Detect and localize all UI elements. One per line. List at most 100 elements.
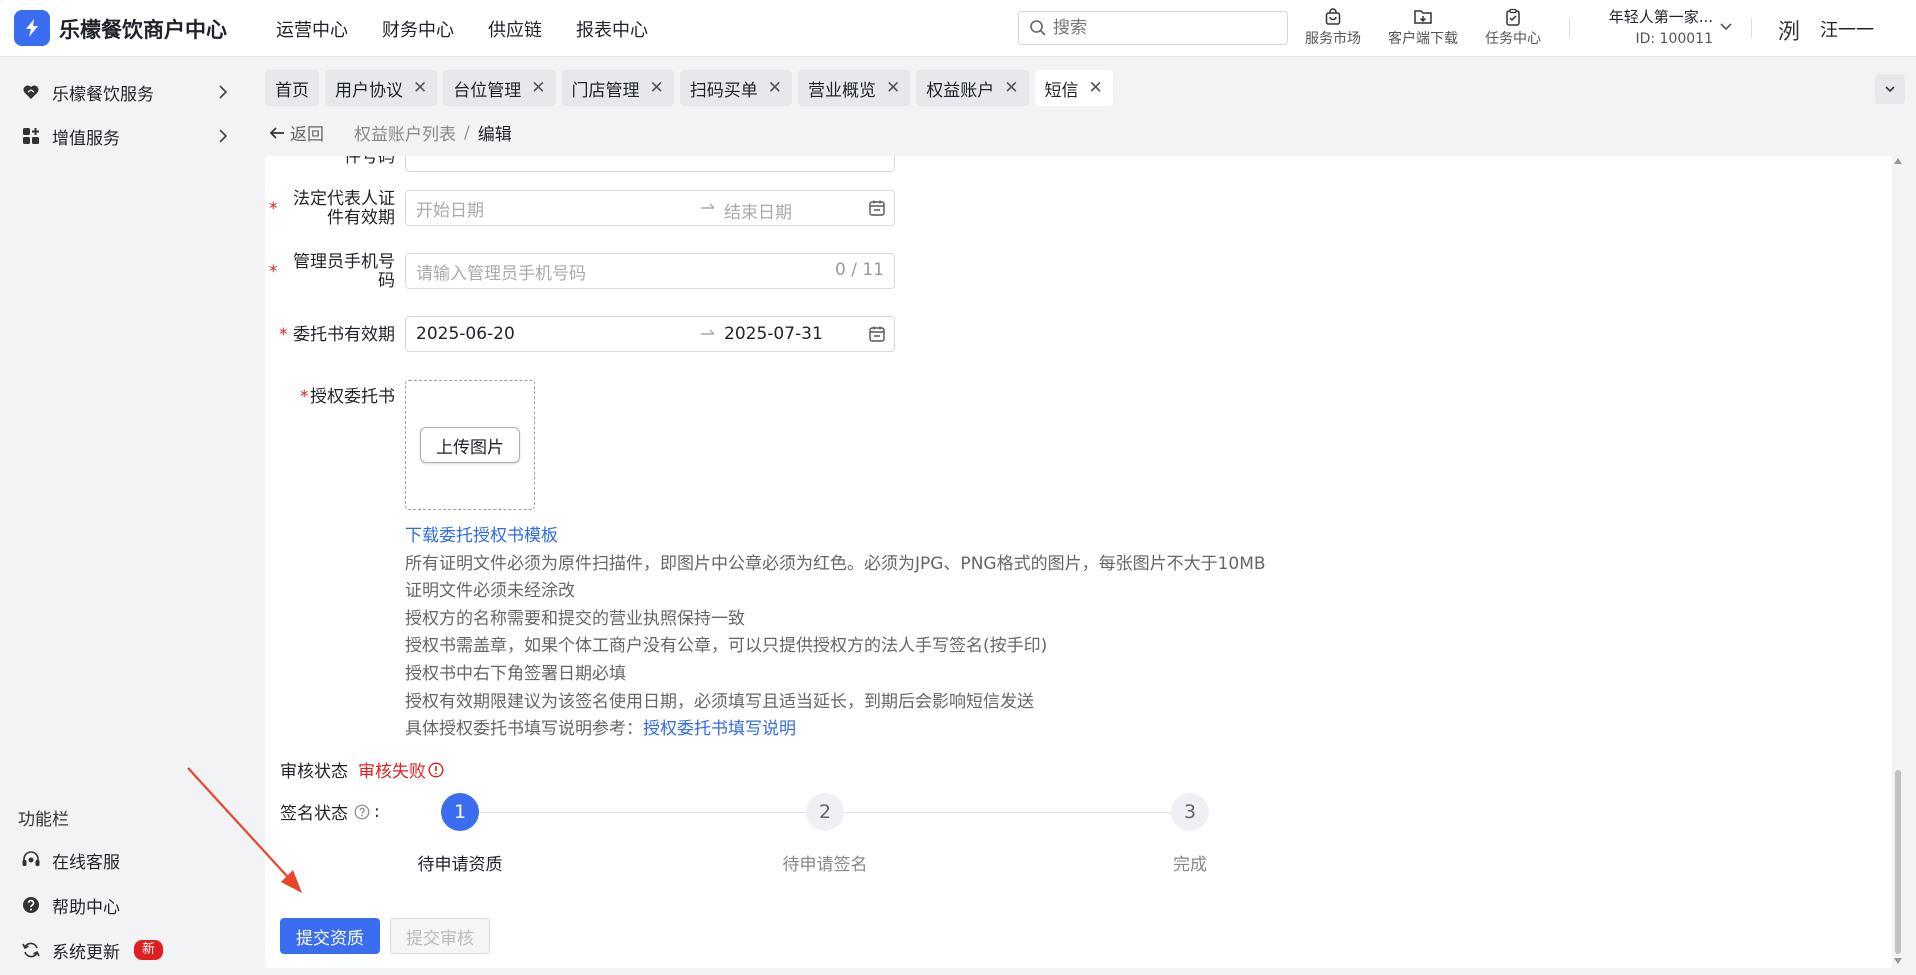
nav-item-finance[interactable]: 财务中心 (382, 16, 454, 42)
folder-download-icon (1383, 6, 1463, 28)
image-upload-area[interactable]: 上传图片 (405, 380, 535, 510)
tab-label: 门店管理 (571, 80, 640, 101)
chevron-right-icon (219, 129, 228, 143)
calendar-icon[interactable] (868, 325, 886, 348)
nav-item-operations[interactable]: 运营中心 (276, 16, 348, 42)
new-badge: 新 (134, 940, 164, 960)
submit-review-button[interactable]: 提交审核 (390, 918, 490, 954)
nav-item-reports[interactable]: 报表中心 (576, 16, 648, 42)
divider (1569, 18, 1570, 38)
search-input[interactable] (1053, 18, 1253, 38)
end-date-placeholder[interactable]: 结束日期 (724, 198, 792, 223)
sidebar-item-lemeng-service[interactable]: 乐檬餐饮服务 (0, 70, 250, 114)
tips-block: 下载委托授权书模板 所有证明文件必须为原件扫描件，即图片中公章必须为红色。必须为… (405, 523, 1266, 744)
close-icon[interactable]: ✕ (413, 78, 427, 98)
sign-status-colon: : (374, 801, 380, 822)
close-icon[interactable]: ✕ (531, 78, 545, 98)
tab-table-management[interactable]: 台位管理 ✕ (443, 70, 556, 106)
close-icon[interactable]: ✕ (1089, 78, 1103, 98)
sidebar-item-label: 乐檬餐饮服务 (52, 84, 154, 105)
label-line: 码 (378, 271, 395, 291)
tab-business-overview[interactable]: 营业概览 ✕ (798, 70, 911, 106)
tab-label: 台位管理 (453, 80, 522, 101)
partial-input[interactable] (405, 156, 895, 172)
task-center-label: 任务中心 (1485, 31, 1541, 47)
end-date-value[interactable]: 2025-07-31 (724, 324, 823, 344)
tabs-more-button[interactable] (1875, 74, 1905, 104)
task-center-button[interactable]: 任务中心 (1478, 6, 1548, 48)
download-template-link[interactable]: 下载委托授权书模板 (405, 523, 1266, 551)
authorization-date-range[interactable]: 2025-06-20 2025-07-31 (405, 316, 895, 352)
scrollbar[interactable] (1893, 156, 1903, 968)
client-download-button[interactable]: 客户端下载 (1383, 6, 1463, 48)
tip-line: 所有证明文件必须为原件扫描件，即图片中公章必须为红色。必须为JPG、PNG格式的… (405, 553, 1266, 574)
nav-item-supply-chain[interactable]: 供应链 (488, 16, 542, 42)
arrow-right-icon (699, 199, 717, 220)
step-connector (825, 812, 1175, 813)
tab-label: 短信 (1044, 80, 1079, 101)
close-icon[interactable]: ✕ (650, 78, 664, 98)
legal-id-validity-label: 法定代表人证 件有效期 (275, 190, 395, 228)
submit-qualification-button[interactable]: 提交资质 (280, 918, 380, 954)
scroll-down-icon[interactable] (1894, 958, 1902, 964)
tip-ref-prefix: 具体授权委托书填写说明参考： (405, 719, 643, 740)
scrollbar-thumb[interactable] (1895, 770, 1901, 954)
label-line: 法定代表人证 (293, 189, 395, 209)
form-panel: 件号码 * 法定代表人证 件有效期 开始日期 结束日期 * 管理员手机号 码 请… (265, 156, 1892, 968)
alert-circle-icon[interactable] (428, 761, 444, 778)
tab-label: 用户协议 (335, 80, 403, 101)
label-line: 件有效期 (327, 208, 395, 228)
breadcrumb-separator: / (464, 122, 470, 143)
tab-benefits-account[interactable]: 权益账户 ✕ (916, 70, 1029, 106)
clipboard-check-icon (1478, 6, 1548, 28)
store-id: ID: 100011 (1635, 31, 1713, 47)
avatar[interactable]: 洌 (1773, 14, 1805, 46)
app-title[interactable]: 乐檬餐饮商户中心 (59, 14, 227, 44)
field-label-partial: 件号码 (344, 156, 395, 167)
store-name: 年轻人第一家... (1608, 8, 1713, 26)
question-circle-icon[interactable] (354, 804, 370, 820)
review-status-value: 审核失败 (358, 757, 444, 782)
calendar-icon[interactable] (868, 199, 886, 222)
tab-label: 扫码买单 (689, 80, 758, 101)
user-name[interactable]: 汪一一 (1820, 16, 1874, 42)
service-market-button[interactable]: 服务市场 (1297, 6, 1369, 48)
service-icon (20, 83, 42, 101)
legal-id-date-range[interactable]: 开始日期 结束日期 (405, 190, 895, 226)
breadcrumb-parent[interactable]: 权益账户列表 (354, 120, 456, 145)
start-date-placeholder[interactable]: 开始日期 (416, 196, 484, 221)
close-icon[interactable]: ✕ (768, 78, 782, 98)
sidebar-item-value-added[interactable]: 增值服务 (0, 114, 250, 158)
upload-image-button[interactable]: 上传图片 (420, 427, 520, 463)
annotation-arrow-icon (187, 767, 302, 893)
step-2-indicator: 2 (806, 793, 844, 831)
service-market-label: 服务市场 (1305, 31, 1361, 47)
close-icon[interactable]: ✕ (1004, 78, 1018, 98)
tip-line: 授权有效期限建议为该签名使用日期，必须填写且适当延长，到期后会影响短信发送 (405, 691, 1034, 712)
admin-phone-placeholder[interactable]: 请输入管理员手机号码 (416, 259, 586, 284)
chevron-down-icon[interactable] (1718, 19, 1734, 35)
search-box[interactable] (1018, 11, 1288, 45)
tab-scan-pay[interactable]: 扫码买单 ✕ (679, 70, 792, 106)
arrow-left-icon (269, 126, 284, 139)
tab-user-agreement[interactable]: 用户协议 ✕ (325, 70, 438, 106)
tabs-bar: 首页 用户协议 ✕ 台位管理 ✕ 门店管理 ✕ 扫码买单 ✕ 营业概览 ✕ 权益账户 ✕ 短… (265, 70, 1119, 106)
sidebar-item-label: 帮助中心 (52, 897, 120, 918)
tab-sms[interactable]: 短信 ✕ (1034, 70, 1113, 106)
help-icon (20, 896, 42, 914)
fill-instructions-link[interactable]: 授权委托书填写说明 (643, 719, 796, 739)
app-logo-icon[interactable] (14, 10, 50, 46)
back-button[interactable]: 返回 (268, 120, 324, 145)
close-icon[interactable]: ✕ (886, 78, 900, 98)
arrow-right-icon (699, 325, 717, 346)
store-switcher[interactable]: 年轻人第一家... ID: 100011 (1585, 6, 1713, 47)
tab-store-management[interactable]: 门店管理 ✕ (561, 70, 674, 106)
authorization-letter-label: 授权委托书 (310, 387, 395, 407)
start-date-value[interactable]: 2025-06-20 (416, 324, 515, 344)
scroll-up-icon[interactable] (1894, 158, 1902, 164)
refresh-icon (20, 941, 42, 959)
admin-phone-field[interactable]: 请输入管理员手机号码 0 / 11 (405, 253, 895, 289)
tip-line: 证明文件必须未经涂改 (405, 581, 575, 602)
tab-home[interactable]: 首页 (265, 70, 319, 106)
sidebar-item-system-update[interactable]: 系统更新 新 (0, 928, 250, 972)
